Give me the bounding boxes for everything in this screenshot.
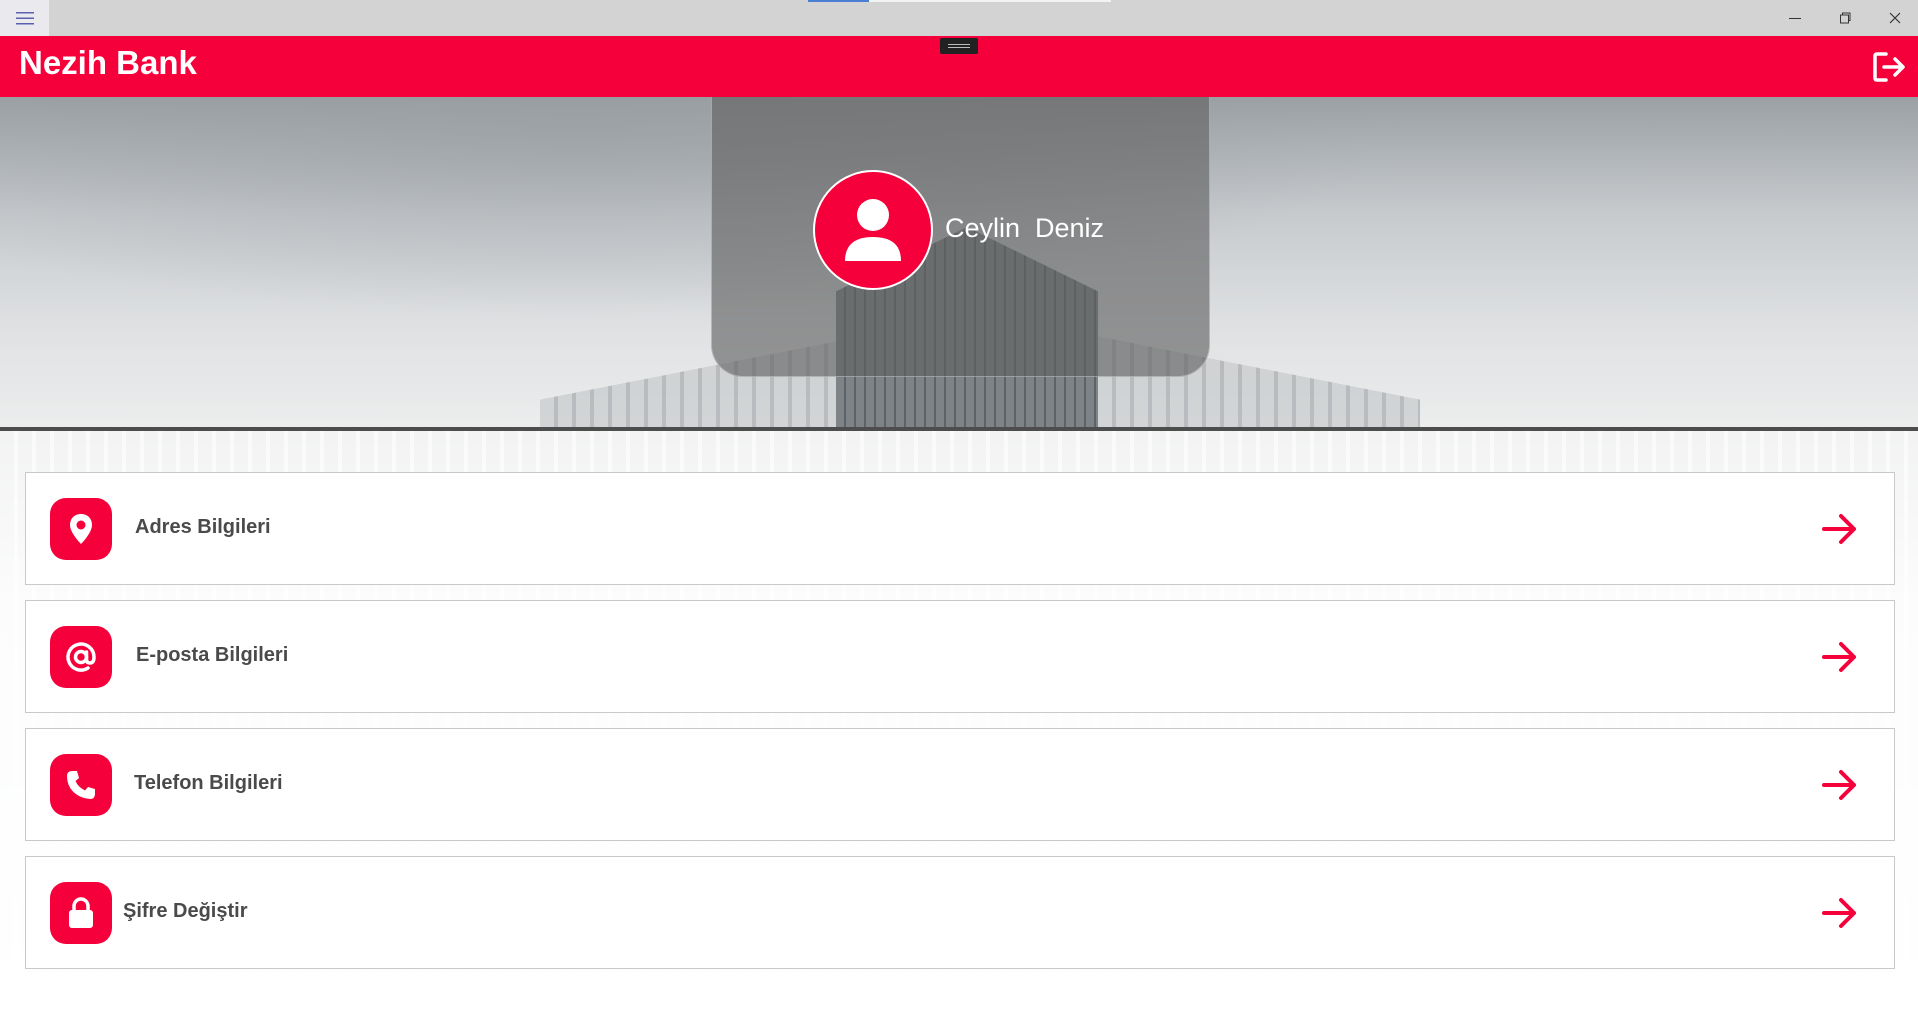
- arrow-right-icon[interactable]: [1821, 511, 1859, 547]
- menu-item-label: Şifre Değiştir: [123, 900, 248, 922]
- menu-item-label: Adres Bilgileri: [135, 516, 271, 538]
- close-icon: [1889, 12, 1901, 24]
- menu-item-sifre-degistir[interactable]: Şifre Değiştir: [25, 856, 1895, 969]
- window-titlebar: [0, 0, 1918, 36]
- hamburger-menu-button[interactable]: [0, 0, 49, 36]
- avatar: [813, 170, 933, 290]
- location-pin-icon: [50, 498, 112, 560]
- menu-item-label: E-posta Bilgileri: [136, 644, 289, 666]
- close-button[interactable]: [1870, 0, 1918, 36]
- drag-grip-handle[interactable]: [940, 38, 978, 54]
- menu-item-telefon-bilgileri[interactable]: Telefon Bilgileri: [25, 728, 1895, 841]
- menu-item-eposta-bilgileri[interactable]: E-posta Bilgileri: [25, 600, 1895, 713]
- maximize-icon: [1840, 12, 1851, 24]
- brand-title: Nezih Bank: [19, 44, 197, 81]
- logout-button[interactable]: [1870, 48, 1908, 86]
- lock-icon: [50, 882, 112, 944]
- menu-item-adres-bilgileri[interactable]: Adres Bilgileri: [25, 472, 1895, 585]
- titlebar-tab-indicator: [808, 0, 869, 2]
- app-header: Nezih Bank: [0, 36, 1918, 97]
- profile-card: Ceylin Deniz: [711, 97, 1210, 377]
- phone-icon: [50, 754, 112, 816]
- minimize-icon: [1789, 18, 1801, 19]
- arrow-right-icon[interactable]: [1821, 639, 1859, 675]
- hamburger-icon: [15, 12, 34, 25]
- titlebar-tab-strip: [869, 0, 1111, 2]
- arrow-right-icon[interactable]: [1821, 895, 1859, 931]
- user-icon: [845, 199, 901, 261]
- arrow-right-icon[interactable]: [1821, 767, 1859, 803]
- logout-icon: [1873, 52, 1905, 82]
- at-sign-icon: [50, 626, 112, 688]
- menu-item-label: Telefon Bilgileri: [134, 772, 283, 794]
- maximize-button[interactable]: [1820, 0, 1870, 36]
- user-name: Ceylin Deniz: [945, 213, 1105, 243]
- minimize-button[interactable]: [1770, 0, 1820, 36]
